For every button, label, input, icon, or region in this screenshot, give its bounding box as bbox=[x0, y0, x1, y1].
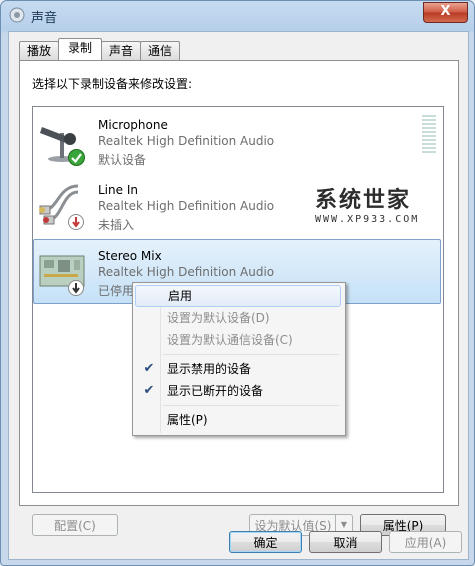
configure-button[interactable]: 配置(C) bbox=[32, 514, 118, 536]
menu-separator bbox=[163, 354, 339, 355]
menu-item-set-default[interactable]: 设置为默认设备(D) bbox=[135, 307, 341, 329]
ok-button[interactable]: 确定 bbox=[229, 531, 302, 553]
window-title: 声音 bbox=[31, 11, 58, 26]
menu-item-enable[interactable]: 启用 bbox=[135, 285, 341, 307]
device-item-microphone[interactable]: Microphone Realtek High Definition Audio… bbox=[34, 109, 440, 172]
device-name: Line In bbox=[98, 183, 138, 197]
device-name: Microphone bbox=[98, 118, 168, 132]
device-status: 默认设备 bbox=[98, 153, 147, 167]
speaker-icon bbox=[9, 7, 25, 23]
tab-communications[interactable]: 通信 bbox=[140, 41, 181, 60]
menu-item-properties[interactable]: 属性(P) bbox=[135, 409, 341, 431]
instruction-text: 选择以下录制设备来修改设置: bbox=[32, 77, 193, 91]
menu-item-label: 显示禁用的设备 bbox=[167, 362, 252, 376]
device-status: 已停用 bbox=[98, 284, 135, 298]
close-button[interactable]: X bbox=[423, 2, 468, 23]
sound-dialog: 声音 X 播放 录制 声音 通信 选择以下录制设备来修改设置: Micropho… bbox=[0, 0, 475, 566]
tab-bar: 播放 录制 声音 通信 bbox=[19, 38, 181, 61]
menu-item-set-default-comm[interactable]: 设置为默认通信设备(C) bbox=[135, 329, 341, 351]
watermark-url: WWW.XP933.COM bbox=[315, 214, 420, 225]
menu-separator bbox=[163, 405, 339, 406]
checkmark-icon: ✔ bbox=[143, 361, 155, 376]
device-driver: Realtek High Definition Audio bbox=[98, 265, 275, 279]
tab-sounds[interactable]: 声音 bbox=[101, 41, 142, 60]
menu-item-show-disabled[interactable]: ✔ 显示禁用的设备 bbox=[135, 358, 341, 380]
device-name: Stereo Mix bbox=[98, 249, 162, 263]
level-meter bbox=[422, 115, 436, 157]
device-driver: Realtek High Definition Audio bbox=[98, 134, 275, 148]
context-menu: 启用 设置为默认设备(D) 设置为默认通信设备(C) ✔ 显示禁用的设备 ✔ 显… bbox=[132, 282, 346, 436]
unplugged-icon bbox=[68, 214, 84, 230]
disabled-device-icon bbox=[68, 280, 84, 296]
checkmark-icon: ✔ bbox=[143, 383, 155, 398]
tab-playback[interactable]: 播放 bbox=[19, 41, 60, 60]
device-driver: Realtek High Definition Audio bbox=[98, 199, 275, 213]
tab-recording[interactable]: 录制 bbox=[58, 38, 103, 60]
menu-item-label: 显示已断开的设备 bbox=[167, 384, 264, 398]
apply-button[interactable]: 应用(A) bbox=[389, 531, 462, 553]
default-check-icon bbox=[68, 149, 85, 166]
cancel-button[interactable]: 取消 bbox=[309, 531, 382, 553]
title-bar[interactable]: 声音 X bbox=[1, 1, 474, 29]
menu-item-show-disconnected[interactable]: ✔ 显示已断开的设备 bbox=[135, 380, 341, 402]
watermark-main: 系统世家 bbox=[315, 188, 412, 213]
device-status: 未插入 bbox=[98, 218, 135, 232]
watermark-logo: 系统世家 WWW.XP933.COM bbox=[315, 182, 443, 232]
